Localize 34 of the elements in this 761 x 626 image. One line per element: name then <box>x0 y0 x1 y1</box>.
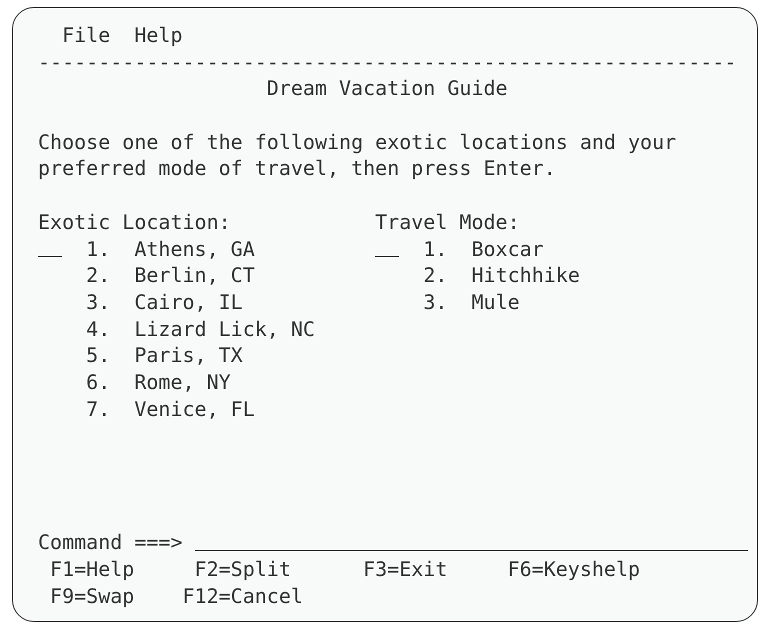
function-key[interactable]: F6=Keyshelp <box>508 556 640 583</box>
instructions-text: Choose one of the following exotic locations and your preferred mode of travel, then press Enter. <box>38 128 678 182</box>
option-number: 3. <box>86 288 110 316</box>
function-key[interactable]: F12=Cancel <box>182 582 303 610</box>
option-number: 3. <box>423 288 448 316</box>
menu-item[interactable]: Help <box>134 22 182 49</box>
function-key[interactable]: F2=Split <box>194 556 291 583</box>
option-number: 4. <box>86 316 110 342</box>
option-label: Lizard Lick, NC <box>134 316 315 342</box>
menu-item[interactable]: File <box>62 22 110 49</box>
function-key[interactable]: F3=Exit <box>363 556 448 583</box>
option-label: Cairo, IL <box>134 288 243 316</box>
option-label: Paris, TX <box>134 342 243 369</box>
screen-title: Dream Vacation Guide <box>266 75 508 102</box>
option-number: 7. <box>86 396 110 422</box>
option-label: Boxcar <box>471 236 544 262</box>
function-key[interactable]: F1=Help <box>50 556 134 583</box>
list-heading: Travel Mode: <box>375 208 520 236</box>
option-number: 6. <box>86 368 110 396</box>
function-key[interactable]: F9=Swap <box>50 582 134 610</box>
option-label: Athens, GA <box>134 236 255 262</box>
command-label: Command ===> <box>38 529 182 556</box>
option-number: 1. <box>86 236 110 262</box>
option-label: Hitchhike <box>471 262 580 289</box>
option-number: 2. <box>86 262 110 289</box>
option-label: Mule <box>471 288 520 316</box>
option-label: Rome, NY <box>134 368 231 396</box>
option-number: 1. <box>423 236 448 262</box>
option-label: Berlin, CT <box>134 262 255 289</box>
option-number: 2. <box>423 262 448 289</box>
separator-line: ---------------------------------------------------------- <box>38 48 736 76</box>
list-heading: Exotic Location: <box>38 208 231 236</box>
option-number: 5. <box>86 342 110 369</box>
option-label: Venice, FL <box>134 396 255 422</box>
